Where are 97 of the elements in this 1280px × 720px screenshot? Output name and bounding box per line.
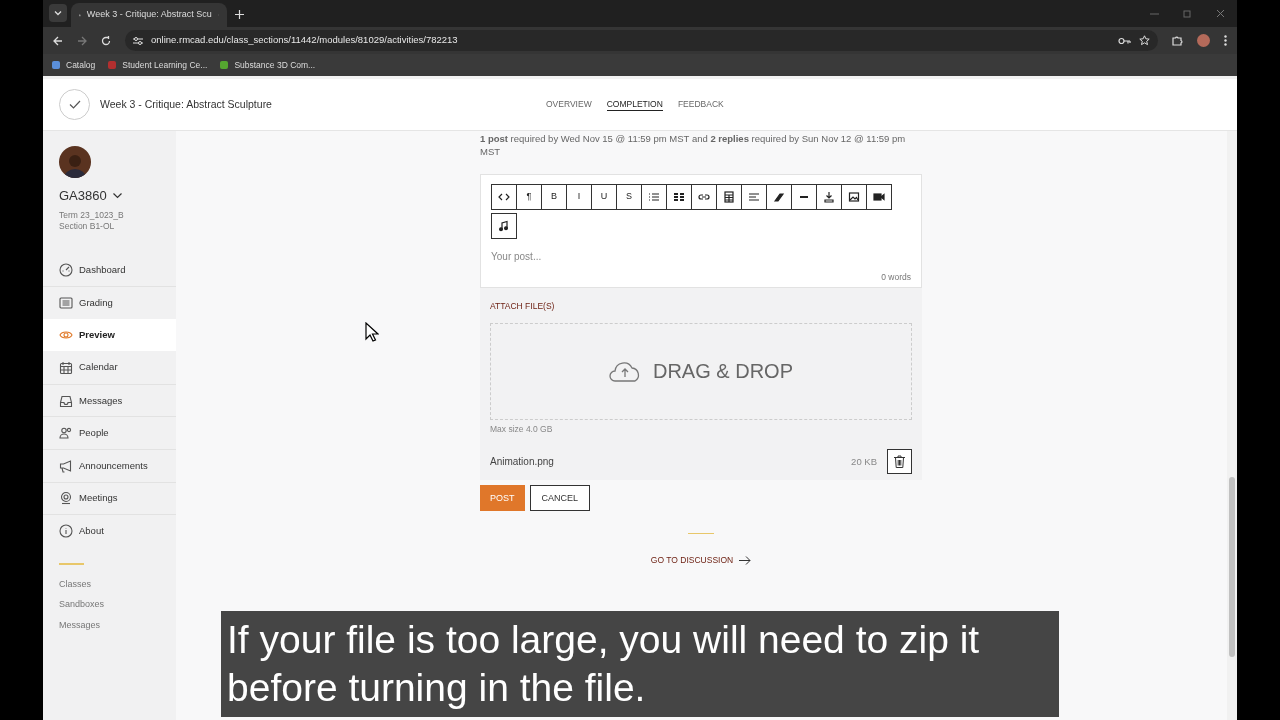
- bookmark-icon: [51, 60, 61, 70]
- new-tab-icon[interactable]: [235, 10, 244, 19]
- file-name: Animation.png: [490, 455, 555, 470]
- mouse-cursor-icon: [365, 322, 379, 342]
- scrollbar-thumb[interactable]: [1229, 477, 1235, 657]
- browser-tab[interactable]: Week 3 - Critique: Abstract Scu: [71, 3, 227, 27]
- megaphone-icon: [59, 458, 73, 473]
- profile-avatar[interactable]: [1197, 34, 1210, 47]
- bookmark-link[interactable]: Substance 3D Com...: [234, 58, 316, 72]
- sidebar-link[interactable]: Classes: [59, 577, 176, 592]
- nav-item[interactable]: Calendar: [43, 351, 176, 384]
- chevron-down-icon[interactable]: [112, 192, 122, 199]
- forward-icon[interactable]: [77, 35, 87, 46]
- page-title: Week 3 - Critique: Abstract Sculpture: [100, 96, 273, 112]
- max-size-text: Max size 4.0 GB: [490, 422, 553, 436]
- bookmark-icon: [107, 60, 118, 70]
- video-button[interactable]: [866, 184, 892, 210]
- rule-button[interactable]: [791, 184, 817, 210]
- format-button[interactable]: I: [566, 184, 592, 210]
- list-icon: [59, 295, 73, 310]
- puzzle-icon[interactable]: [1172, 35, 1183, 46]
- sidebar-link[interactable]: Messages: [59, 618, 176, 633]
- info-icon: [59, 524, 73, 539]
- music-button[interactable]: [491, 213, 517, 239]
- word-count: 0 words: [881, 271, 911, 284]
- image-button[interactable]: [841, 184, 867, 210]
- gauge-icon: [59, 262, 73, 277]
- table-button[interactable]: [716, 184, 742, 210]
- drop-text: DRAG & DROP: [653, 359, 793, 384]
- format-button[interactable]: ¶: [516, 184, 542, 210]
- code-button[interactable]: [491, 184, 517, 210]
- table-icon: [722, 190, 736, 204]
- bullets-button[interactable]: [641, 184, 667, 210]
- star-icon[interactable]: [1139, 35, 1150, 46]
- term-text: Term 23_1023_B: [59, 209, 125, 221]
- key-icon[interactable]: [1118, 36, 1131, 45]
- course-code[interactable]: GA3860: [59, 186, 107, 206]
- eraser-button[interactable]: [766, 184, 792, 210]
- image-icon: [847, 190, 861, 204]
- bookmark-link[interactable]: Student Learning Ce...: [122, 58, 208, 72]
- grid-icon: [672, 190, 686, 204]
- nav-item[interactable]: Dashboard: [43, 253, 176, 287]
- arrow-right-icon: [739, 556, 752, 566]
- url-text: online.rmcad.edu/class_sections/11442/modules/81029/activities/782213: [151, 33, 459, 48]
- header-tab[interactable]: FEEDBACK: [677, 97, 724, 112]
- nav-item[interactable]: Meetings: [43, 481, 176, 515]
- chevron-down-icon: [54, 9, 62, 17]
- inbox-icon: [59, 393, 73, 408]
- format-button[interactable]: S: [616, 184, 642, 210]
- video-caption: If your file is too large, you will need to zip it before turning in the file.: [221, 611, 1059, 717]
- header-tab[interactable]: COMPLETION: [606, 97, 663, 112]
- align-button[interactable]: [741, 184, 767, 210]
- music-icon: [497, 219, 511, 233]
- link-button[interactable]: [691, 184, 717, 210]
- drop-zone[interactable]: DRAG & DROP: [490, 322, 912, 420]
- trash-icon: [894, 455, 905, 469]
- nav-item[interactable]: People: [43, 416, 176, 450]
- tab-list-button[interactable]: [49, 4, 67, 22]
- section-text: Section B1-OL: [59, 220, 116, 232]
- address-bar[interactable]: online.rmcad.edu/class_sections/11442/modules/81029/activities/782213: [125, 30, 1158, 51]
- tab-title: Week 3 - Critique: Abstract Scu: [86, 8, 212, 22]
- back-icon[interactable]: [53, 35, 63, 46]
- check-icon: [68, 100, 81, 109]
- video-icon: [872, 190, 886, 204]
- download-button[interactable]: [816, 184, 842, 210]
- bookmark-link[interactable]: Catalog: [66, 58, 96, 72]
- post-field[interactable]: Your post...: [491, 249, 911, 271]
- calendar-icon: [59, 360, 73, 375]
- requirement-text: 1 post required by Wed Nov 15 @ 11:59 pm MST and 2 replies required by Sun Nov 12 @ 11:59 pm MST: [480, 132, 907, 158]
- nav-item[interactable]: Announcements: [43, 449, 176, 482]
- site-settings-icon[interactable]: [133, 35, 143, 46]
- align-icon: [747, 190, 761, 204]
- file-size: 20 KB: [851, 454, 877, 469]
- eye-icon: [59, 328, 73, 342]
- webcam-icon: [59, 491, 73, 506]
- person-icon: [63, 152, 87, 178]
- reload-icon[interactable]: [101, 35, 111, 46]
- header-tab[interactable]: OVERVIEW: [546, 97, 592, 112]
- bullets-icon: [647, 190, 661, 204]
- people-icon: [59, 426, 73, 441]
- nav-item[interactable]: Preview: [43, 318, 176, 352]
- menu-icon[interactable]: [1224, 35, 1227, 46]
- cancel-button[interactable]: CANCEL: [529, 485, 591, 512]
- format-button[interactable]: U: [591, 184, 617, 210]
- delete-button[interactable]: [887, 449, 912, 475]
- go-to-discussion-link[interactable]: GO TO DISCUSSION: [650, 554, 752, 567]
- nav-item[interactable]: Grading: [43, 286, 176, 319]
- download-icon: [822, 190, 836, 204]
- format-button[interactable]: B: [541, 184, 567, 210]
- bookmark-icon: [219, 60, 230, 70]
- grid-button[interactable]: [666, 184, 692, 210]
- cloud-upload-icon: [609, 360, 641, 382]
- nav-item[interactable]: Messages: [43, 383, 176, 417]
- sidebar-link[interactable]: Sandboxes: [59, 598, 176, 612]
- attach-label: ATTACH FILE(S): [490, 299, 555, 313]
- eraser-icon: [772, 190, 786, 204]
- nav-item[interactable]: About: [43, 514, 176, 547]
